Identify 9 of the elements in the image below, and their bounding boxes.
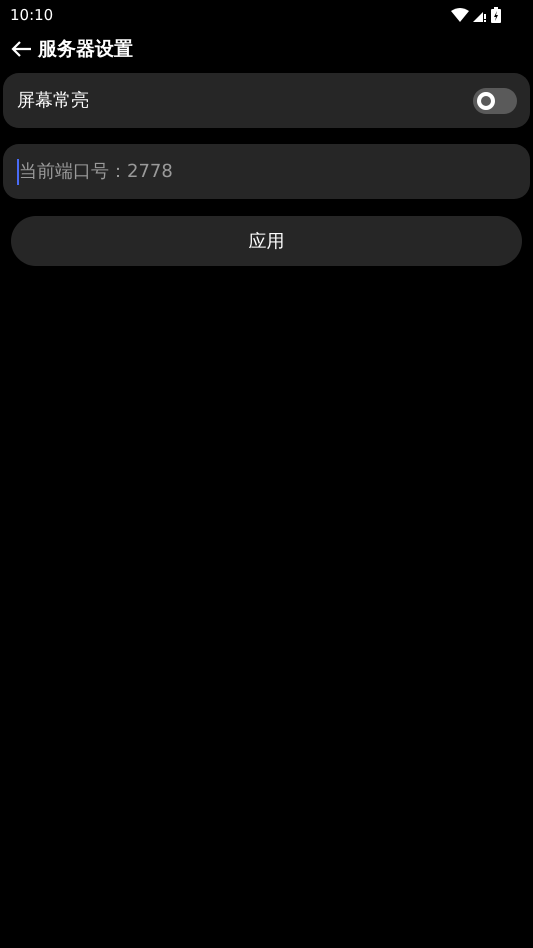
- status-time: 10:10: [10, 4, 54, 26]
- battery-icon: [491, 7, 501, 23]
- page-title: 服务器设置: [38, 36, 133, 62]
- port-input-field[interactable]: 当前端口号：2778: [3, 144, 530, 199]
- apply-button[interactable]: 应用: [11, 216, 522, 266]
- toggle-switch[interactable]: [473, 88, 517, 114]
- setting-label: 屏幕常亮: [17, 89, 89, 113]
- wifi-icon: [451, 8, 469, 22]
- back-arrow-icon[interactable]: [10, 40, 32, 58]
